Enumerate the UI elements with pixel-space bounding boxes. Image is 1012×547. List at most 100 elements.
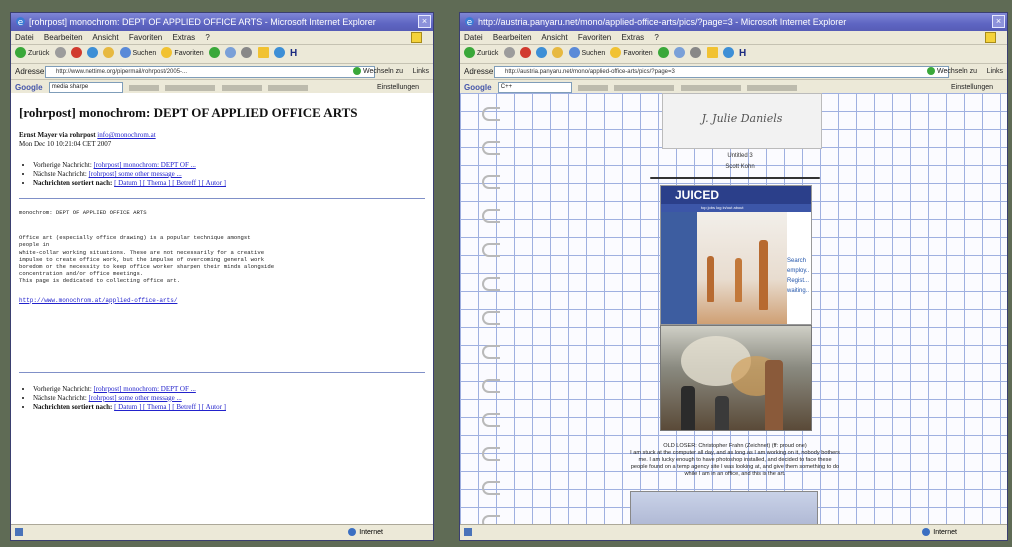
title-bar[interactable]: e http://austria.panyaru.net/mono/applie… [460,13,1007,31]
close-icon[interactable]: × [992,15,1005,28]
notebook-spiral [482,93,502,525]
title-bar[interactable]: e [rohrpost] monochrom: DEPT OF APPLIED … [11,13,433,31]
folder-button[interactable] [257,47,269,60]
google-toolbar-buttons-2[interactable] [614,84,675,91]
office-art-sketch[interactable]: J. Julie Daniels [662,93,822,149]
list-item: Nachrichten sortiert nach: [ Datum ] [ T… [33,179,425,188]
site-photo [697,212,787,324]
post-date: Mon Dec 10 10:21:04 CET 2007 [19,140,112,148]
message-url-link[interactable]: http://www.monochrom.at/applied-office-a… [19,297,425,304]
close-icon[interactable]: × [418,15,431,28]
folder-button[interactable] [706,47,718,60]
sort-links[interactable]: [ Datum ] [ Thema ] [ Betreff ] [ Autor … [114,403,226,411]
menu-item-help[interactable]: ? [205,33,209,42]
window-title: http://austria.panyaru.net/mono/applied-… [478,17,847,27]
sort-links[interactable]: [ Datum ] [ Thema ] [ Betreff ] [ Autor … [114,179,226,187]
go-button[interactable]: Wechseln zu [353,66,403,77]
print-button[interactable] [690,47,702,60]
menu-item-favorites[interactable]: Favoriten [578,33,611,42]
menu-item-tools[interactable]: Extras [621,33,644,42]
back-button[interactable]: Zurück [464,47,498,60]
status-bar: Internet [11,524,433,540]
page-icon [15,528,23,536]
menu-item-edit[interactable]: Bearbeiten [493,33,532,42]
prev-message-link[interactable]: [rohrpost] monochrom: DEPT OF ... [94,161,196,169]
history-button[interactable] [657,47,669,60]
toolbar: Zurück Suchen Favoriten H [11,45,433,64]
list-item: Vorherige Nachricht: [rohrpost] monochro… [33,385,425,394]
h-icon[interactable]: H [290,48,297,60]
windows-logo-icon [411,32,422,43]
movie-still-image[interactable] [660,325,812,431]
home-button[interactable] [552,47,564,60]
google-toolbar-buttons-2[interactable] [165,84,216,91]
address-bar: Adresse http://austria.panyaru.net/mono/… [460,64,1007,80]
google-toolbar-buttons-3[interactable] [680,84,741,91]
links-button[interactable]: Links [413,66,429,77]
menu-item-view[interactable]: Ansicht [92,33,118,42]
google-toolbar-buttons[interactable] [578,84,609,91]
print-button[interactable] [241,47,253,60]
stop-button[interactable] [519,47,531,60]
search-icon [568,47,580,59]
author-line: Ernst Mayer via rohrpost info@monochrom.… [19,131,156,139]
stop-button[interactable] [70,47,82,60]
mail-button[interactable] [225,47,237,60]
address-bar: Adresse http://www.nettime.org/pipermail… [11,64,433,80]
home-button[interactable] [103,47,115,60]
home-icon [103,47,115,59]
address-label: Adresse [464,67,494,76]
messenger-button[interactable] [722,47,734,60]
menu-item-file[interactable]: Datei [464,33,483,42]
forward-arrow-icon [503,47,515,59]
next-office-art-image[interactable] [630,491,818,525]
back-arrow-icon [464,47,475,59]
refresh-button[interactable] [536,47,548,60]
list-item: Nachrichten sortiert nach: [ Datum ] [ T… [33,403,425,412]
favorites-button[interactable]: Favoriten [610,47,653,60]
message-title: monochrom: DEPT OF APPLIED OFFICE ARTS [19,209,147,216]
back-button[interactable]: Zurück [15,47,49,60]
refresh-button[interactable] [87,47,99,60]
search-button[interactable]: Suchen [119,47,156,60]
history-button[interactable] [208,47,220,60]
author-email-link[interactable]: info@monochrom.at [97,131,155,139]
h-icon[interactable]: H [739,48,746,60]
menu-item-help[interactable]: ? [654,33,658,42]
menu-item-view[interactable]: Ansicht [541,33,567,42]
messenger-icon [722,47,734,59]
google-search-input[interactable]: C++ [497,82,572,94]
folder-icon [706,47,718,59]
google-search-input[interactable]: media sharpe [48,82,123,94]
address-input[interactable]: http://www.nettime.org/pipermail/rohrpos… [45,66,375,78]
search-button[interactable]: Suchen [568,47,605,60]
next-message-link[interactable]: [rohrpost] some other message ... [89,170,182,178]
mail-button[interactable] [674,47,686,60]
menu-item-tools[interactable]: Extras [172,33,195,42]
menu-item-favorites[interactable]: Favoriten [129,33,162,42]
prev-message-link[interactable]: [rohrpost] monochrom: DEPT OF ... [94,385,196,393]
ie-icon: e [16,17,25,27]
forward-button[interactable] [54,47,66,60]
search-icon [119,47,131,59]
favorites-button[interactable]: Favoriten [161,47,204,60]
website-screenshot-image[interactable]: JUICED top jobs log in/out about Search … [660,185,812,325]
google-settings-button[interactable]: Einstellungen [377,82,419,93]
menu-item-file[interactable]: Datei [15,33,34,42]
forward-button[interactable] [503,47,515,60]
google-toolbar-buttons-3[interactable] [221,84,262,91]
links-button[interactable]: Links [987,66,1003,77]
menu-item-edit[interactable]: Bearbeiten [44,33,83,42]
messenger-button[interactable] [273,47,285,60]
google-toolbar-buttons-4[interactable] [746,84,797,91]
google-toolbar-buttons[interactable] [129,84,160,91]
google-toolbar-buttons-4[interactable] [267,84,308,91]
windows-logo-icon [985,32,996,43]
stop-icon [70,47,82,59]
separator-line [650,177,820,179]
next-message-link[interactable]: [rohrpost] some other message ... [89,394,182,402]
google-settings-button[interactable]: Einstellungen [951,82,993,93]
go-button[interactable]: Wechseln zu [927,66,977,77]
address-input[interactable]: http://austria.panyaru.net/mono/applied-… [494,66,949,78]
ie-icon: e [465,17,474,27]
